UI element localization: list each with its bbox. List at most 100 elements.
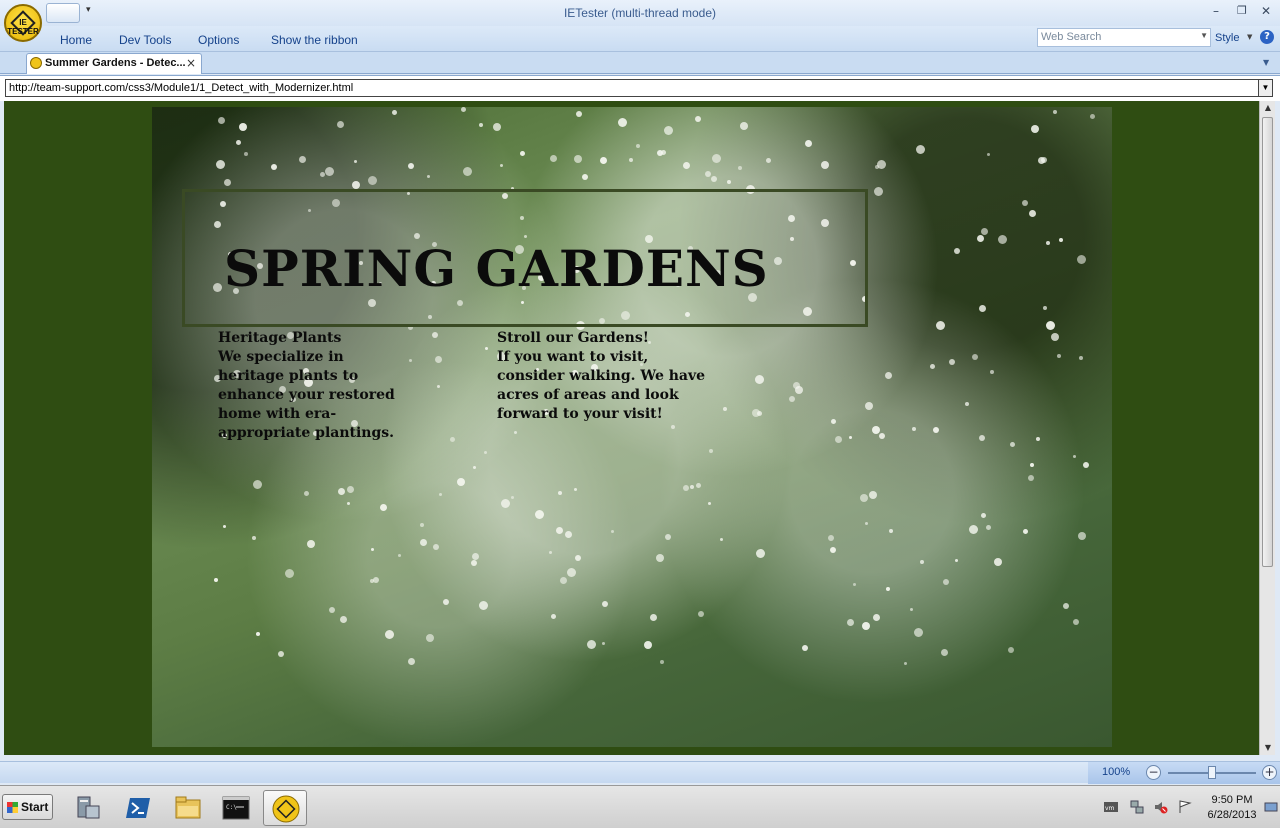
blossom-dot (853, 583, 856, 586)
zoom-slider-thumb[interactable] (1208, 766, 1216, 779)
blossom-dot (352, 181, 360, 189)
blossom-dot (244, 152, 248, 156)
powershell-icon[interactable] (116, 790, 160, 826)
blossom-dot (432, 332, 438, 338)
blossom-dot (435, 356, 442, 363)
url-dropdown-icon[interactable]: ▼ (1258, 80, 1272, 96)
menu-dev-tools[interactable]: Dev Tools (119, 33, 171, 47)
blossom-dot (965, 402, 969, 406)
blossom-dot (426, 634, 434, 642)
url-input[interactable]: http://team-support.com/css3/Module1/1_D… (5, 79, 1273, 97)
blossom-dot (380, 504, 387, 511)
blossom-dot (916, 145, 925, 154)
blossom-dot (582, 174, 588, 180)
blossom-dot (695, 116, 701, 122)
blossom-dot (320, 172, 325, 177)
blossom-dot (420, 539, 427, 546)
scroll-down-icon[interactable]: ▼ (1260, 741, 1276, 755)
blossom-dot (409, 359, 412, 362)
blossom-dot (756, 549, 765, 558)
zoom-out-icon[interactable]: − (1146, 765, 1161, 780)
blossom-dot (720, 538, 723, 541)
blossom-dot (943, 579, 949, 585)
blossom-dot (514, 431, 517, 434)
status-bar: 100% − + (0, 761, 1280, 784)
blossom-dot (408, 163, 414, 169)
blossom-dot (371, 548, 374, 551)
blossom-dot (657, 150, 663, 156)
blossom-dot (709, 449, 713, 453)
blossom-dot (224, 179, 231, 186)
cmd-icon[interactable]: C:\ (214, 790, 258, 826)
style-menu[interactable]: Style (1215, 32, 1239, 44)
server-manager-icon[interactable] (66, 790, 110, 826)
menu-home[interactable]: Home (60, 33, 92, 47)
ietester-logo-icon[interactable]: IE TESTER (4, 4, 42, 42)
blossom-dot (253, 480, 262, 489)
blossom-dot (551, 614, 556, 619)
menu-show-ribbon[interactable]: Show the ribbon (271, 33, 358, 47)
blossom-dot (1057, 354, 1061, 358)
show-desktop-icon[interactable] (1264, 800, 1278, 814)
blossom-dot (1063, 603, 1069, 609)
action-center-flag-icon[interactable] (1178, 800, 1192, 814)
vertical-scrollbar[interactable]: ▲ ▼ (1259, 101, 1275, 755)
web-search-input[interactable]: Web Search ▼ (1037, 28, 1211, 47)
blossom-dot (793, 382, 800, 389)
volume-muted-icon[interactable] (1154, 800, 1168, 814)
blossom-dot (727, 180, 731, 184)
blossom-dot (821, 161, 829, 169)
blossom-dot (671, 425, 675, 429)
maximize-button[interactable]: ❐ (1237, 4, 1247, 17)
blossom-dot (218, 117, 225, 124)
tab-close-icon[interactable]: × (186, 56, 196, 70)
blossom-dot (1029, 210, 1036, 217)
svg-text:vm: vm (1105, 805, 1115, 812)
blossom-dot (664, 126, 673, 135)
folder-icon[interactable] (166, 790, 210, 826)
start-button[interactable]: Start (2, 794, 53, 820)
zoom-panel: 100% − + (1088, 762, 1280, 784)
blossom-dot (683, 162, 690, 169)
minimize-button[interactable]: – (1213, 4, 1219, 18)
tab-summer-gardens[interactable]: Summer Gardens - Detec... × (26, 53, 202, 74)
blossom-dot (665, 534, 671, 540)
title-bar: ▾ IETester (multi-thread mode) – ❐ ✕ (0, 0, 1280, 26)
scroll-thumb[interactable] (1262, 117, 1273, 567)
blossom-dot (602, 642, 605, 645)
blossom-dot (558, 491, 562, 495)
blossom-dot (216, 160, 225, 169)
scroll-up-icon[interactable]: ▲ (1260, 101, 1276, 115)
blossom-dot (450, 437, 455, 442)
menu-options[interactable]: Options (198, 33, 239, 47)
blossom-dot (574, 155, 582, 163)
zoom-in-icon[interactable]: + (1262, 765, 1277, 780)
tabs-dropdown-icon[interactable]: ▼ (1263, 58, 1269, 67)
help-icon[interactable]: ? (1260, 30, 1274, 44)
network-icon[interactable] (1130, 800, 1144, 814)
blossom-dot (236, 140, 241, 145)
blossom-dot (354, 160, 357, 163)
blossom-dot (600, 157, 607, 164)
blossom-dot (1008, 647, 1014, 653)
blossom-dot (340, 616, 347, 623)
zoom-level[interactable]: 100% (1102, 766, 1130, 778)
column-heading: Stroll our Gardens! (497, 330, 649, 346)
blossom-dot (223, 525, 226, 528)
blossom-dot (549, 551, 552, 554)
blossom-dot (1059, 238, 1063, 242)
blossom-dot (889, 529, 893, 533)
search-dropdown-icon[interactable]: ▼ (1200, 31, 1208, 40)
blossom-dot (338, 488, 345, 495)
clock[interactable]: 9:50 PM 6/28/2013 (1202, 793, 1262, 823)
blossom-dot (874, 187, 883, 196)
style-dropdown-icon[interactable]: ▼ (1247, 33, 1252, 41)
ietester-icon[interactable] (263, 790, 307, 826)
blossom-dot (1046, 241, 1050, 245)
blossom-dot (650, 614, 657, 621)
blossom-dot (550, 155, 557, 162)
close-button[interactable]: ✕ (1261, 4, 1271, 18)
vm-icon[interactable]: vm (1104, 800, 1118, 814)
blossom-dot (252, 536, 256, 540)
blossom-dot (1051, 333, 1059, 341)
